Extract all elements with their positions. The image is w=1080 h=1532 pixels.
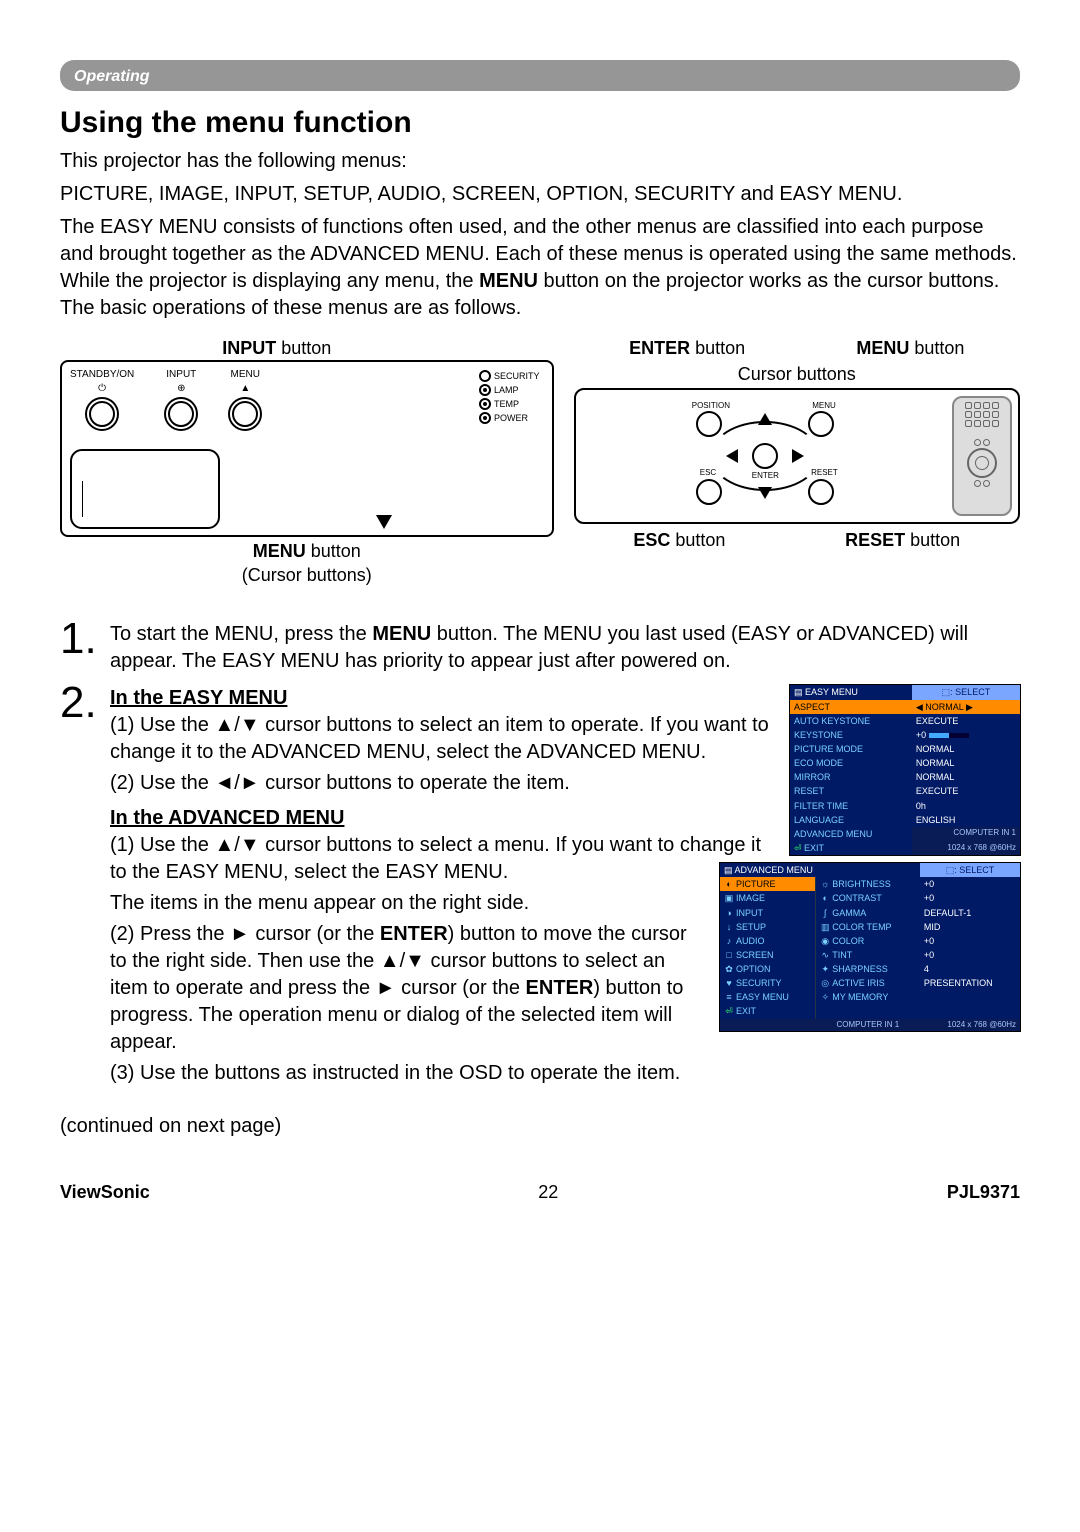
input-button-panel: INPUT ⊕ [164, 368, 198, 431]
reset-bold: RESET [845, 530, 905, 550]
continued-note: (continued on next page) [60, 1113, 1020, 1140]
footer-model: PJL9371 [947, 1180, 1020, 1204]
enter-rest: button [690, 338, 745, 358]
remote-ring-icon [967, 448, 997, 478]
remote-controller [952, 396, 1012, 516]
standby-on-button: STANDBY/ON ⏻ [70, 368, 134, 431]
dpad: POSITION MENU ENTER ESC RESET [582, 401, 949, 511]
advanced-menu-osd: ▤ ADVANCED MENU⬚: SELECT ◐PICTURE ☼BRIGH… [720, 863, 1020, 1031]
projector-top-panel: STANDBY/ON ⏻ INPUT ⊕ MENU ▲ [60, 360, 554, 537]
steps: 1. To start the MENU, press the MENU but… [60, 617, 1020, 1091]
arrow-down-icon [376, 515, 392, 529]
input-label: INPUT [166, 368, 196, 382]
lamp-led-label: LAMP [494, 384, 519, 396]
adv-step-3: (3) Use the buttons as instructed in the… [110, 1060, 1020, 1087]
position-label: POSITION [692, 401, 730, 412]
step-1: 1. To start the MENU, press the MENU but… [60, 617, 1020, 675]
esc-bold: ESC [633, 530, 670, 550]
security-led-icon [479, 370, 491, 382]
standby-dial [85, 397, 119, 431]
esc-button-label: ESC button [633, 528, 725, 552]
input-dial [164, 397, 198, 431]
input-icon: ⊕ [177, 382, 185, 396]
cursor-buttons-sub: (Cursor buttons) [242, 565, 372, 585]
adv-enter-bold-2: ENTER [526, 977, 594, 999]
power-led-label: POWER [494, 412, 528, 424]
advanced-menu-heading: In the ADVANCED MENU [110, 807, 344, 829]
menu-rest-r: button [909, 338, 964, 358]
intro-line-2: PICTURE, IMAGE, INPUT, SETUP, AUDIO, SCR… [60, 181, 1020, 208]
menu-button-label-below: MENU button (Cursor buttons) [242, 539, 372, 588]
easy-menu-heading: In the EASY MENU [110, 687, 287, 709]
intro-para: The EASY MENU consists of functions ofte… [60, 214, 1020, 322]
menu-bold: MENU [253, 541, 306, 561]
footer-brand: ViewSonic [60, 1180, 150, 1204]
status-leds: SECURITY LAMP TEMP POWER [479, 370, 540, 425]
step-2-number: 2. [60, 681, 102, 1091]
menu-button-panel: MENU ▲ [228, 368, 262, 431]
input-button-label-rest: button [276, 338, 331, 358]
reset-rest: button [905, 530, 960, 550]
reset-button [808, 479, 834, 505]
intro-line-1: This projector has the following menus: [60, 148, 1020, 175]
page-title: Using the menu function [60, 103, 1020, 144]
standby-label: STANDBY/ON [70, 368, 134, 382]
input-button-label-bold: INPUT [222, 338, 276, 358]
menu-remote-label: MENU [812, 401, 836, 412]
menu-rest: button [306, 541, 361, 561]
esc-rest: button [670, 530, 725, 550]
enter-button-label: ENTER button [629, 336, 745, 360]
step-1-menu-bold: MENU [372, 623, 431, 645]
menu-dial [228, 397, 262, 431]
menu-label: MENU [231, 368, 260, 382]
adv-2a: (2) Press the ► cursor (or the [110, 923, 380, 945]
temp-led-icon [479, 398, 491, 410]
lamp-led-icon [479, 384, 491, 396]
remote-diagram: ENTER button MENU button Cursor buttons … [574, 336, 1021, 555]
remote-panel: POSITION MENU ENTER ESC RESET [574, 388, 1021, 524]
menu-remote-button [808, 411, 834, 437]
projector-panel-diagram: INPUT button STANDBY/ON ⏻ INPUT ⊕ ME [60, 336, 554, 588]
step-1-number: 1. [60, 617, 102, 675]
power-icon: ⏻ [98, 382, 106, 396]
projector-shape [70, 449, 220, 529]
easy-menu-osd: ▤ EASY MENU⬚: SELECTASPECT◀ NORMAL ▶AUTO… [790, 685, 1020, 855]
headline-text: Operating [74, 68, 150, 85]
security-led-label: SECURITY [494, 370, 540, 382]
intro-menu-bold: MENU [479, 270, 538, 292]
esc-button [696, 479, 722, 505]
section-headline: Operating [60, 60, 1020, 91]
cursor-buttons-label: Cursor buttons [738, 362, 856, 386]
up-triangle-icon: ▲ [240, 382, 250, 396]
step-1-text-a: To start the MENU, press the [110, 623, 372, 645]
page-footer: ViewSonic 22 PJL9371 [60, 1180, 1020, 1204]
diagram-row: INPUT button STANDBY/ON ⏻ INPUT ⊕ ME [60, 336, 1020, 588]
step-2: 2. ▤ EASY MENU⬚: SELECTASPECT◀ NORMAL ▶A… [60, 681, 1020, 1091]
footer-page-number: 22 [538, 1180, 558, 1204]
position-button [696, 411, 722, 437]
menu-button-label-remote: MENU button [856, 336, 964, 360]
temp-led-label: TEMP [494, 398, 519, 410]
reset-button-label: RESET button [845, 528, 960, 552]
menu-bold-r: MENU [856, 338, 909, 358]
enter-bold: ENTER [629, 338, 690, 358]
projector-body [70, 437, 544, 529]
adv-enter-bold-1: ENTER [380, 923, 448, 945]
power-led-icon [479, 412, 491, 424]
